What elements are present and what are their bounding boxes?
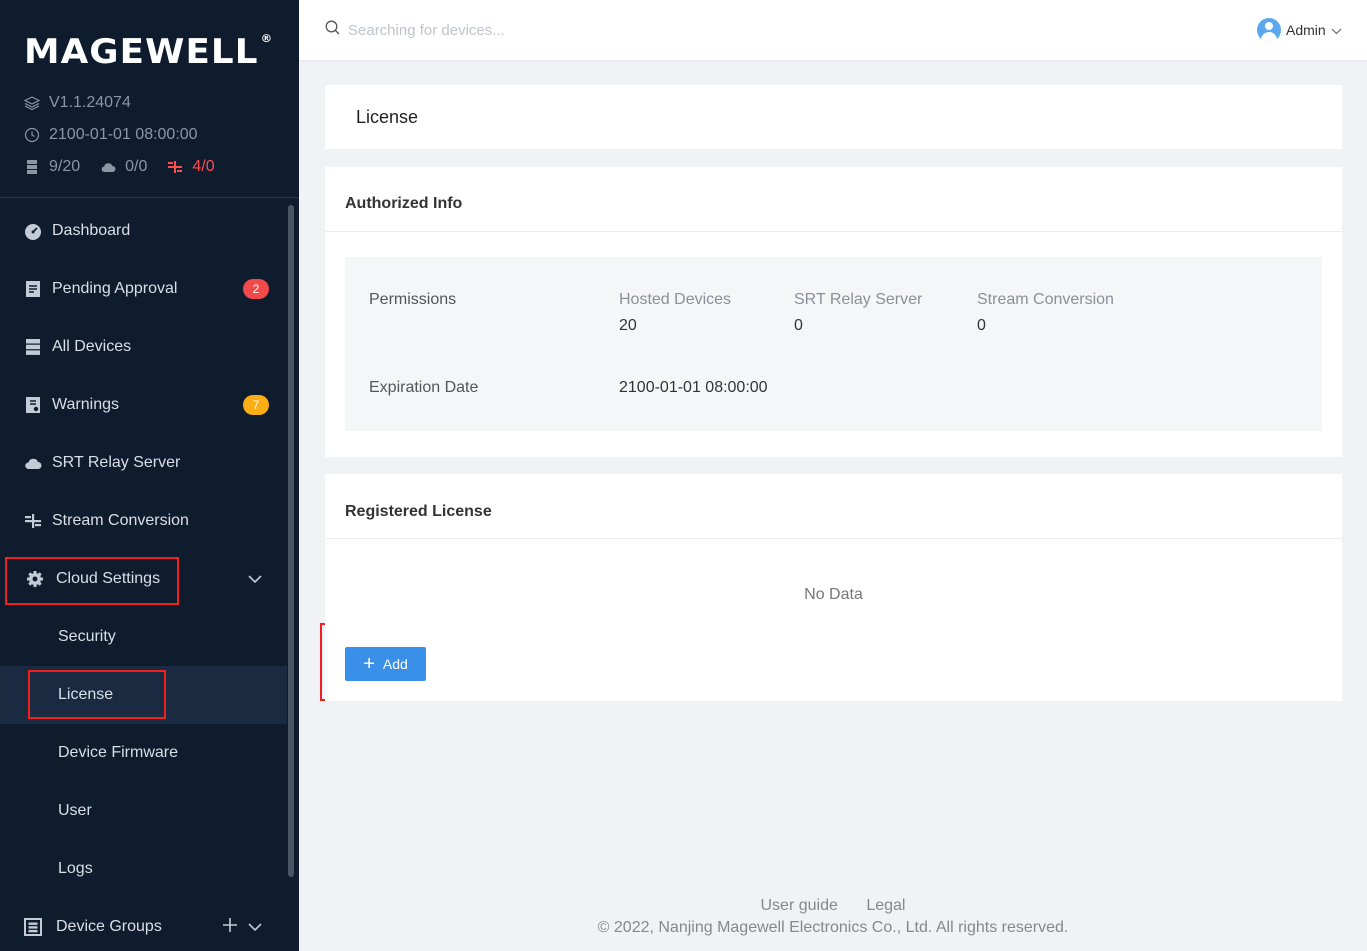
permissions-label: Permissions — [369, 291, 457, 308]
add-group-icon[interactable] — [222, 917, 238, 938]
stats-row: 9/20 0/0 4/0 — [24, 158, 299, 176]
hosted-devices-header: Hosted Devices — [619, 291, 732, 308]
sidebar-subitem-security[interactable]: Security — [0, 608, 287, 666]
legal-link[interactable]: Legal — [866, 897, 905, 914]
authorized-info-card: Authorized Info Permissions Hosted Devic… — [325, 167, 1342, 457]
group-icon — [24, 918, 42, 936]
footer-links: User guide Legal — [299, 897, 1367, 915]
brand-area: MAGEWELL ® V1.1.24074 2100-01-01 08:00:00… — [0, 0, 299, 198]
user-name: Admin — [1286, 22, 1326, 38]
registered-license-card: Registered License No Data + Add — [325, 474, 1342, 701]
user-guide-link[interactable]: User guide — [761, 897, 838, 914]
sidebar-subitem-license[interactable]: License — [0, 666, 287, 724]
sidebar-item-cloud-settings[interactable]: Cloud Settings — [0, 550, 287, 608]
chevron-down-icon[interactable] — [248, 918, 262, 936]
page-title: License — [356, 107, 419, 127]
stream-count-stat: 4/0 — [167, 158, 215, 176]
srt-relay-header: SRT Relay Server — [794, 291, 923, 308]
cloud-icon — [100, 159, 116, 175]
version-text: V1.1.24074 — [49, 94, 131, 111]
stream-icon — [24, 512, 42, 530]
search-input[interactable] — [348, 21, 648, 39]
search-bar — [325, 20, 648, 40]
device-count-stat: 9/20 — [24, 158, 80, 176]
magewell-logo: MAGEWELL ® — [24, 32, 274, 72]
cloud-icon — [24, 454, 42, 472]
stream-icon — [167, 159, 183, 175]
sidebar-scrollbar[interactable] — [288, 205, 294, 877]
warning-doc-icon — [24, 396, 42, 414]
gauge-icon — [24, 222, 42, 240]
avatar — [1257, 18, 1281, 42]
hosted-devices-value: 20 — [619, 317, 637, 334]
cloud-count-stat: 0/0 — [100, 158, 147, 176]
top-header: Admin — [299, 0, 1367, 60]
warnings-badge: 7 — [243, 395, 269, 415]
sidebar-item-stream-conversion[interactable]: Stream Conversion — [0, 492, 287, 550]
authorized-info-title: Authorized Info — [345, 195, 463, 212]
sidebar-item-pending-approval[interactable]: Pending Approval 2 — [0, 260, 287, 318]
sidebar-nav: Dashboard Pending Approval 2 All Devices… — [0, 202, 287, 951]
chevron-down-icon — [1331, 22, 1342, 38]
sidebar-subitem-device-firmware[interactable]: Device Firmware — [0, 724, 287, 782]
sidebar-subitem-logs[interactable]: Logs — [0, 840, 287, 898]
datetime-row: 2100-01-01 08:00:00 — [24, 126, 299, 144]
sidebar-item-srt-relay-server[interactable]: SRT Relay Server — [0, 434, 287, 492]
copyright: © 2022, Nanjing Magewell Electronics Co.… — [597, 919, 1069, 936]
pending-badge: 2 — [243, 279, 269, 299]
registered-license-title: Registered License — [345, 503, 492, 520]
sidebar-item-dashboard[interactable]: Dashboard — [0, 202, 287, 260]
srt-relay-value: 0 — [794, 317, 803, 334]
clipboard-icon — [24, 280, 42, 298]
chevron-down-icon — [248, 570, 262, 588]
footer: User guide Legal © 2022, Nanjing Magewel… — [299, 897, 1367, 937]
expiration-label: Expiration Date — [369, 379, 479, 396]
sidebar-item-warnings[interactable]: Warnings 7 — [0, 376, 287, 434]
server-icon — [24, 159, 40, 175]
version-row: V1.1.24074 — [24, 94, 299, 112]
sidebar: MAGEWELL ® V1.1.24074 2100-01-01 08:00:00… — [0, 0, 299, 951]
sidebar-subitem-user[interactable]: User — [0, 782, 287, 840]
sidebar-item-all-devices[interactable]: All Devices — [0, 318, 287, 376]
search-icon — [325, 20, 340, 40]
registered-license-header: Registered License — [325, 474, 1342, 539]
plus-icon: + — [363, 653, 375, 675]
datetime-text: 2100-01-01 08:00:00 — [49, 126, 198, 143]
server-icon — [24, 338, 42, 356]
authorized-info-header: Authorized Info — [325, 167, 1342, 232]
clock-icon — [24, 127, 40, 143]
empty-state: No Data — [804, 586, 863, 603]
stream-conversion-header: Stream Conversion — [977, 291, 1114, 308]
expiration-value: 2100-01-01 08:00:00 — [619, 379, 768, 396]
layers-icon — [24, 95, 40, 111]
add-license-button[interactable]: + Add — [345, 647, 426, 681]
stream-conversion-value: 0 — [977, 317, 986, 334]
gear-icon — [26, 570, 44, 588]
sidebar-item-device-groups[interactable]: Device Groups — [0, 898, 287, 951]
page-title-card: License — [325, 85, 1342, 149]
user-menu[interactable]: Admin — [1257, 18, 1342, 42]
authorized-info-box: Permissions Hosted Devices 20 SRT Relay … — [345, 257, 1322, 431]
